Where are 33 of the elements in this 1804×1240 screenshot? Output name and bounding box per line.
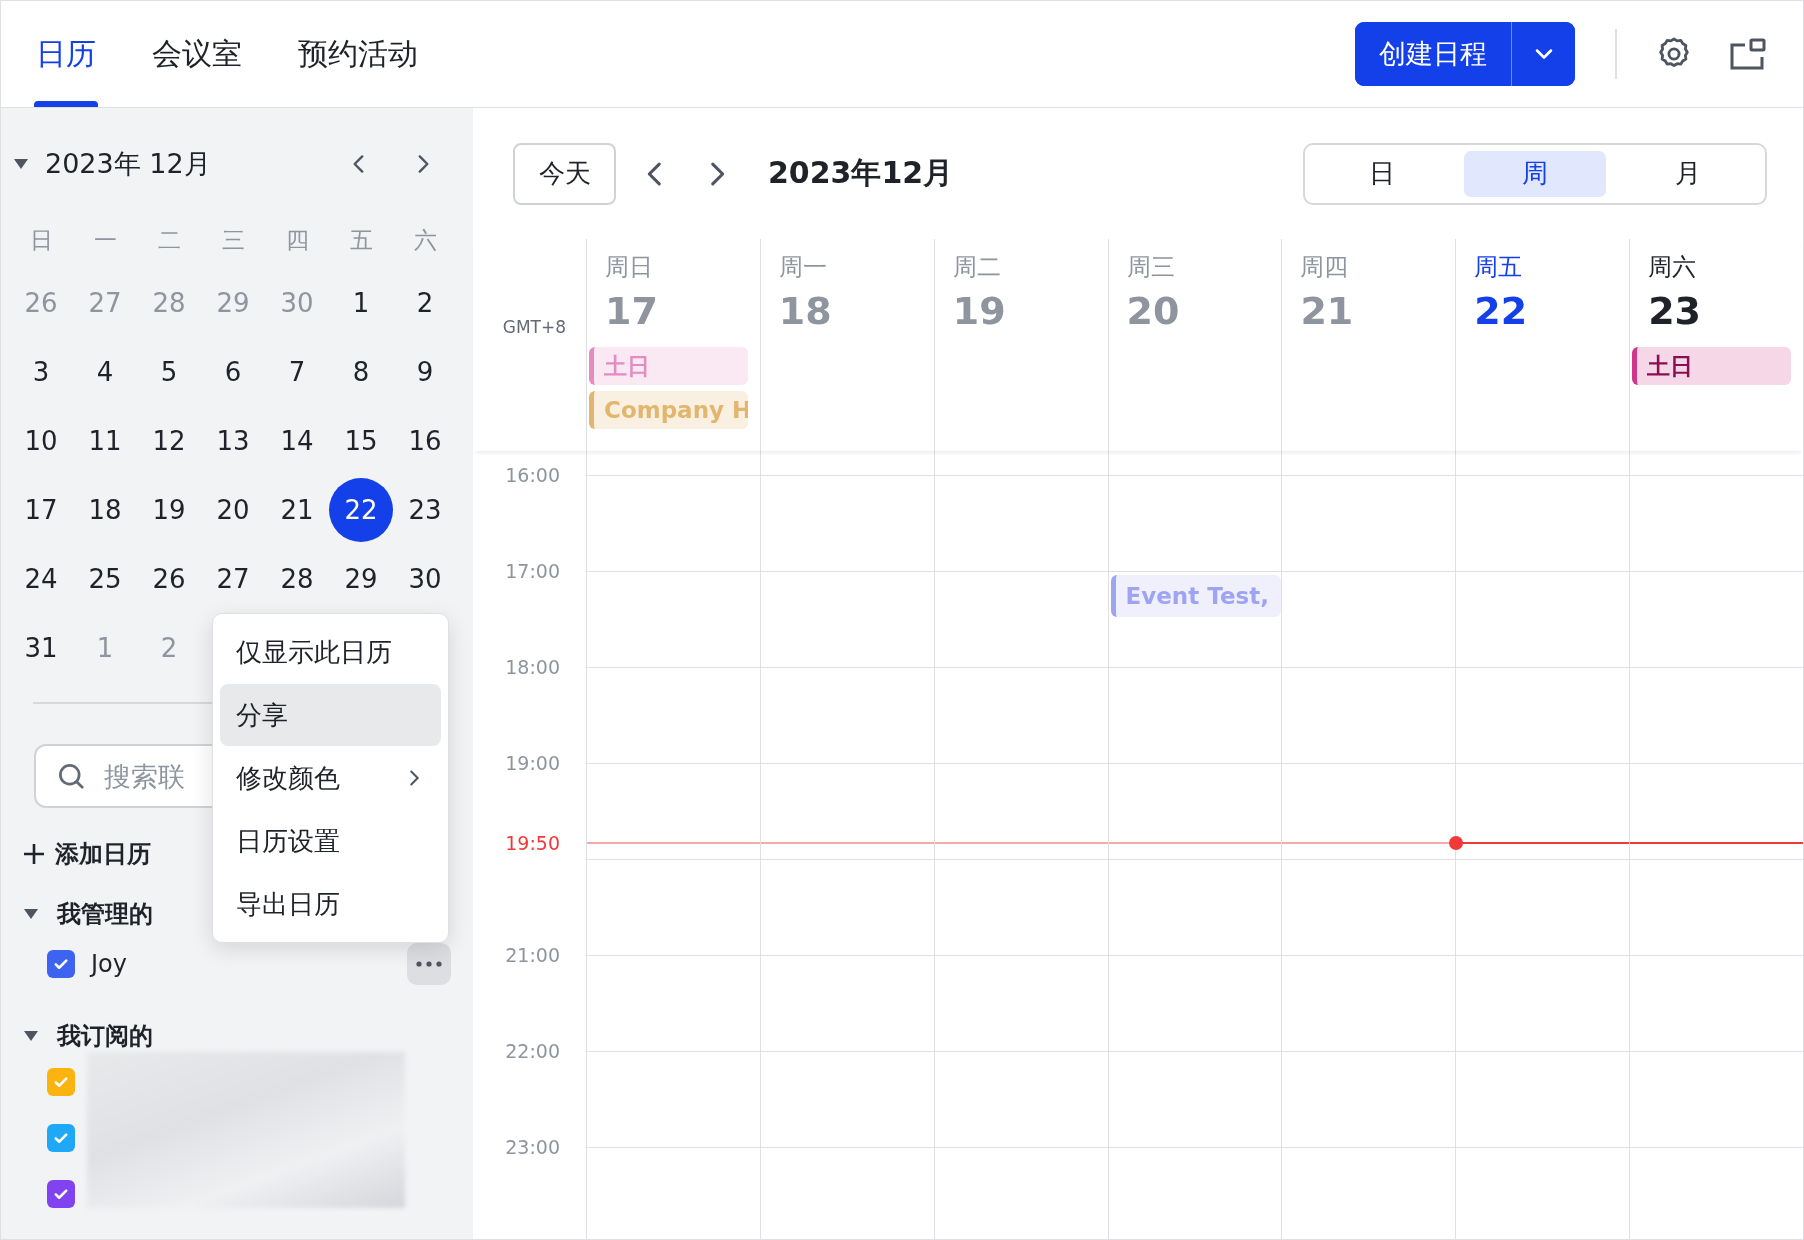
hour-label: 16:00	[505, 464, 560, 486]
weekday-label: 周一	[778, 252, 828, 283]
date-label: 18	[778, 289, 833, 333]
weekday-label: 周日	[605, 252, 654, 283]
weekday-label: 五	[348, 225, 374, 255]
weekday-label: 周六	[1648, 252, 1698, 283]
current-time-label: 19:50	[505, 832, 560, 854]
weekday-label: 四	[284, 225, 310, 255]
timezone-label: GMT+8	[502, 317, 566, 337]
hour-label: 21:00	[505, 944, 560, 966]
weekday-label: 三	[220, 225, 246, 255]
weekday-label: 一	[92, 225, 118, 255]
date-label: 17	[605, 289, 659, 333]
hour-label: 22:00	[505, 1040, 560, 1062]
hour-label: 18:00	[505, 656, 560, 678]
date-label: 22	[1474, 289, 1529, 333]
hour-label: 23:00	[505, 1136, 560, 1158]
week-title: 2023年12月	[768, 154, 955, 192]
weekday-label: 日	[28, 225, 54, 255]
weekday-label: 二	[156, 225, 182, 255]
date-label: 19	[952, 289, 1007, 333]
weekday-label: 周三	[1126, 252, 1176, 283]
date-label: 21	[1300, 289, 1355, 333]
month-title: 2023年 12月	[45, 147, 212, 181]
date-label: 20	[1126, 289, 1181, 333]
hour-label: 17:00	[505, 560, 560, 582]
weekday-label: 六	[412, 225, 438, 255]
calendar-name: Joy	[91, 950, 128, 978]
weekday-label: 周四	[1300, 252, 1350, 283]
date-label: 23	[1648, 289, 1703, 333]
weekday-label: 周五	[1474, 252, 1524, 283]
weekday-label: 周二	[952, 252, 1002, 283]
hour-label: 19:00	[505, 752, 560, 774]
